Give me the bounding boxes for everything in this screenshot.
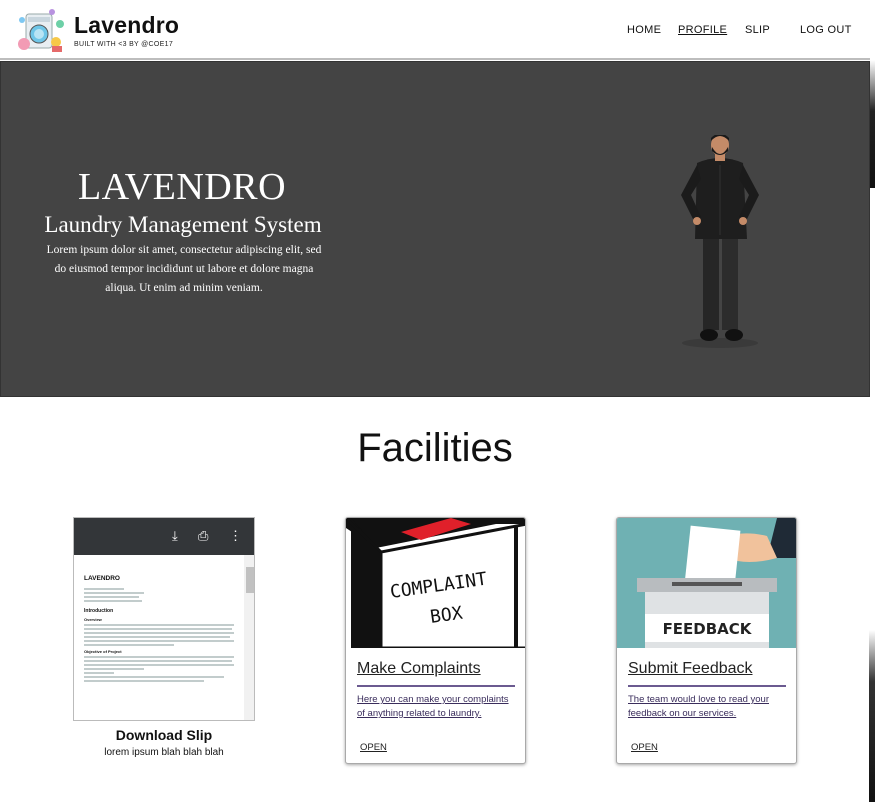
hero-title: LAVENDRO	[77, 166, 287, 208]
hero-subtitle: Laundry Management System	[44, 212, 322, 237]
doc-heading-intro: Introduction	[84, 608, 114, 614]
pdf-scrollbar[interactable]	[244, 555, 254, 720]
hero-description: Lorem ipsum dolor sit amet, consectetur …	[46, 244, 322, 294]
feedback-box-text: FEEDBACK	[663, 620, 753, 638]
hero-banner: LAVENDRO Laundry Management System Lorem…	[0, 61, 870, 397]
pdf-toolbar: ⤓ ⎙ ⋮	[74, 518, 254, 555]
complaint-box-image: COMPLAINT BOX	[346, 518, 525, 648]
scrollbar-thumb-top[interactable]	[870, 60, 875, 188]
submit-feedback-title[interactable]: Submit Feedback	[628, 660, 753, 678]
title-underline-rule	[357, 685, 515, 687]
make-complaints-title[interactable]: Make Complaints	[357, 660, 481, 678]
doc-heading-overview: Overview	[84, 617, 102, 622]
navbar: Lavendro BUILT WITH <3 BY @COE17 HOME PR…	[0, 0, 870, 60]
doc-heading-objective: Objective of Project	[84, 649, 122, 654]
complaints-open-button[interactable]: OPEN	[360, 742, 387, 753]
feedback-description: The team would love to read your feedbac…	[628, 694, 769, 719]
more-options-icon[interactable]: ⋮	[229, 528, 242, 544]
feedback-open-button[interactable]: OPEN	[631, 742, 658, 753]
scrollbar-thumb-bottom[interactable]	[869, 630, 875, 802]
laundry-logo-icon[interactable]	[16, 6, 68, 54]
nav-logout-link[interactable]: LOG OUT	[800, 24, 852, 36]
nav-home-link[interactable]: HOME	[627, 24, 661, 36]
facilities-heading: Facilities	[357, 426, 513, 470]
complaints-card: COMPLAINT BOX Make Complaints Here you c…	[345, 517, 526, 764]
nav-slip-link[interactable]: SLIP	[745, 24, 770, 36]
brand-tagline: BUILT WITH <3 BY @COE17	[74, 41, 174, 48]
download-icon[interactable]: ⤓	[172, 528, 178, 544]
download-slip-title[interactable]: Download Slip	[73, 727, 255, 743]
brand-name: Lavendro	[74, 12, 180, 38]
feedback-ballot-image: FEEDBACK	[617, 518, 796, 648]
nav-profile-link[interactable]: PROFILE	[678, 24, 727, 36]
complaints-description: Here you can make your complaints of any…	[357, 694, 509, 719]
feedback-card: FEEDBACK Submit Feedback The team would …	[616, 517, 797, 764]
print-icon[interactable]: ⎙	[198, 528, 208, 544]
title-underline-rule	[628, 685, 786, 687]
download-slip-description: lorem ipsum blah blah blah	[104, 747, 224, 758]
standing-man-illustration	[681, 135, 759, 348]
pdf-document-page: LAVENDRO Introduction Overview Objective…	[74, 555, 244, 720]
slip-pdf-preview[interactable]: ⤓ ⎙ ⋮ LAVENDRO Introduction Overview Obj…	[73, 517, 255, 721]
doc-title: LAVENDRO	[84, 575, 120, 582]
